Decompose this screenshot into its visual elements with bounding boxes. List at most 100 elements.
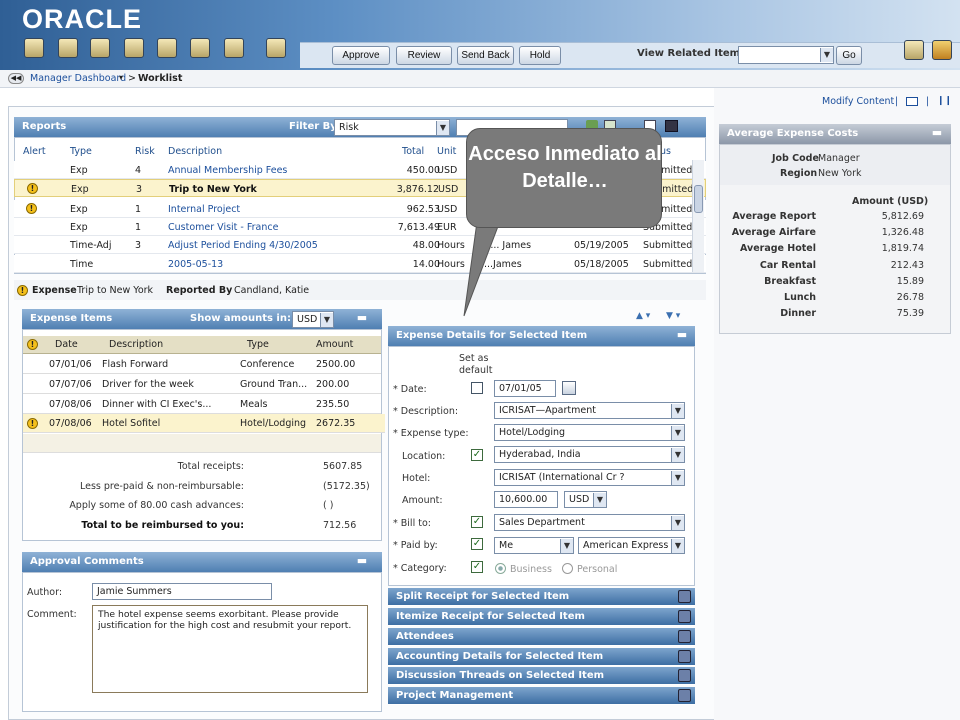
cell-description[interactable]: Internal Project	[168, 204, 240, 215]
approve-button[interactable]: Approve	[332, 46, 390, 65]
currency-select[interactable]: USD ▼	[292, 311, 334, 328]
bill-to-select[interactable]: Sales Department ▼	[494, 514, 685, 531]
chat-icon[interactable]	[224, 38, 244, 58]
attach-icon[interactable]	[157, 38, 177, 58]
location-select[interactable]: Hyderabad, India ▼	[494, 446, 685, 463]
col-amount[interactable]: Amount	[316, 339, 353, 350]
col-alert[interactable]: Alert	[23, 146, 46, 157]
reports-icon[interactable]	[24, 38, 44, 58]
chevron-down-icon[interactable]: ▼	[671, 448, 684, 462]
nav-up-icon[interactable]: ▲ ▾	[636, 311, 650, 321]
print-icon[interactable]	[665, 120, 678, 132]
chevron-down-icon[interactable]: ▼	[671, 471, 684, 485]
description-select[interactable]: ICRISAT—Apartment ▼	[494, 402, 685, 419]
attendees-section[interactable]: Attendees	[388, 628, 695, 646]
expand-icon[interactable]	[678, 650, 691, 663]
cell-description[interactable]: Adjust Period Ending 4/30/2005	[168, 240, 318, 251]
view-related-select[interactable]: ▼	[738, 46, 834, 64]
collapse-icon[interactable]: ▬	[674, 329, 690, 342]
filter-select[interactable]: Risk ▼	[334, 119, 450, 136]
breadcrumb-dashboard[interactable]: Manager Dashboard	[30, 73, 126, 84]
col-date[interactable]: Date	[55, 339, 78, 350]
col-description[interactable]: Description	[168, 146, 222, 157]
scroll-thumb[interactable]	[694, 185, 703, 213]
table-row[interactable]: Time 2005-05-13 14.00 Hours ...James 05/18/20…	[14, 255, 706, 273]
hold-button[interactable]: Hold	[519, 46, 561, 65]
document-icon[interactable]	[124, 38, 144, 58]
table-row[interactable]: ! 07/08/06 Hotel Sofitel Hotel/Lodging 2672.…	[23, 414, 385, 433]
chevron-down-icon[interactable]: ▾	[119, 73, 123, 82]
col-type[interactable]: Type	[70, 146, 92, 157]
chevron-down-icon[interactable]: ▼	[436, 121, 449, 135]
author-field[interactable]: Jamie Summers	[92, 583, 272, 600]
home-icon[interactable]	[904, 40, 924, 60]
personal-radio[interactable]	[562, 563, 573, 574]
collapse-icon[interactable]: ▬	[354, 555, 370, 568]
cell-description[interactable]: 2005-05-13	[168, 259, 223, 270]
chevron-down-icon[interactable]: ▼	[560, 539, 573, 553]
user-icon[interactable]	[190, 38, 210, 58]
business-radio[interactable]	[495, 563, 506, 574]
bill-to-default-checkbox[interactable]: ✓	[471, 516, 483, 528]
expense-type-select[interactable]: Hotel/Lodging ▼	[494, 424, 685, 441]
project-management-section[interactable]: Project Management	[388, 687, 695, 705]
expand-icon[interactable]	[678, 590, 691, 603]
col-risk[interactable]: Risk	[135, 146, 155, 157]
expand-icon[interactable]	[678, 689, 691, 702]
paid-by-select[interactable]: Me ▼	[494, 537, 574, 554]
send-back-button[interactable]: Send Back	[457, 46, 514, 65]
modify-content-link[interactable]: Modify Content	[822, 96, 894, 107]
cell-description[interactable]: Trip to New York	[169, 184, 257, 195]
expense-icon[interactable]	[90, 38, 110, 58]
calendar-icon[interactable]	[562, 381, 576, 395]
minimize-icon[interactable]	[906, 97, 918, 106]
link-separator-2: |	[926, 96, 930, 107]
maximize-icon[interactable]: ❙❙	[937, 96, 952, 106]
hotel-select[interactable]: ICRISAT (International Cr ? ▼	[494, 469, 685, 486]
collapse-icon[interactable]: ▬	[929, 127, 945, 140]
expand-icon[interactable]	[678, 669, 691, 682]
accounting-details-section[interactable]: Accounting Details for Selected Item	[388, 648, 695, 666]
edit-icon[interactable]	[932, 40, 952, 60]
cell-description[interactable]: Annual Membership Fees	[168, 165, 287, 176]
go-button[interactable]: Go	[836, 46, 862, 65]
table-row[interactable]: 07/01/06 Flash Forward Conference 2500.00	[23, 355, 381, 374]
search-icon[interactable]	[58, 38, 78, 58]
table-row[interactable]: 07/08/06 Dinner with CI Exec's... Meals 235…	[23, 395, 381, 414]
folder-icon[interactable]	[266, 38, 286, 58]
back-icon[interactable]: ◀◀	[8, 73, 24, 84]
nav-down-icon[interactable]: ▼ ▾	[666, 311, 680, 321]
split-receipt-section[interactable]: Split Receipt for Selected Item	[388, 588, 695, 606]
chevron-down-icon[interactable]: ▼	[671, 426, 684, 440]
expand-icon[interactable]	[678, 610, 691, 623]
date-input[interactable]: 07/01/05	[494, 380, 556, 397]
col-total[interactable]: Total	[402, 146, 424, 157]
cell-description[interactable]: Customer Visit - France	[168, 222, 278, 233]
card-select[interactable]: American Express ▼	[578, 537, 685, 554]
chevron-down-icon[interactable]: ▼	[320, 313, 333, 327]
collapse-icon[interactable]: ▬	[354, 312, 370, 325]
review-button[interactable]: Review	[396, 46, 452, 65]
paid-by-default-checkbox[interactable]: ✓	[471, 538, 483, 550]
chevron-down-icon[interactable]: ▼	[820, 48, 833, 62]
amount-currency-select[interactable]: USD ▼	[564, 491, 607, 508]
table-row[interactable]: 07/07/06 Driver for the week Ground Tran..…	[23, 375, 381, 394]
col-unit[interactable]: Unit	[437, 146, 456, 157]
amount-input[interactable]: 10,600.00	[494, 491, 558, 508]
col-item-type[interactable]: Type	[247, 339, 269, 350]
col-item-description[interactable]: Description	[109, 339, 163, 350]
comment-textarea[interactable]: The hotel expense seems exorbitant. Plea…	[92, 605, 368, 693]
chevron-down-icon[interactable]: ▼	[671, 516, 684, 530]
chevron-down-icon[interactable]: ▼	[593, 493, 606, 507]
location-default-checkbox[interactable]: ✓	[471, 449, 483, 461]
chevron-down-icon[interactable]: ▼	[671, 539, 684, 553]
expand-icon[interactable]	[678, 630, 691, 643]
category-default-checkbox[interactable]: ✓	[471, 561, 483, 573]
cell-type: Hotel/Lodging	[240, 418, 307, 429]
chevron-down-icon[interactable]: ▼	[671, 404, 684, 418]
reports-scrollbar[interactable]	[692, 160, 704, 272]
discussion-threads-section[interactable]: Discussion Threads on Selected Item	[388, 667, 695, 685]
date-default-checkbox[interactable]	[471, 382, 483, 394]
table-row[interactable]: Time-Adj 3 Adjust Period Ending 4/30/2005 4…	[14, 236, 706, 254]
itemize-receipt-section[interactable]: Itemize Receipt for Selected Item	[388, 608, 695, 626]
